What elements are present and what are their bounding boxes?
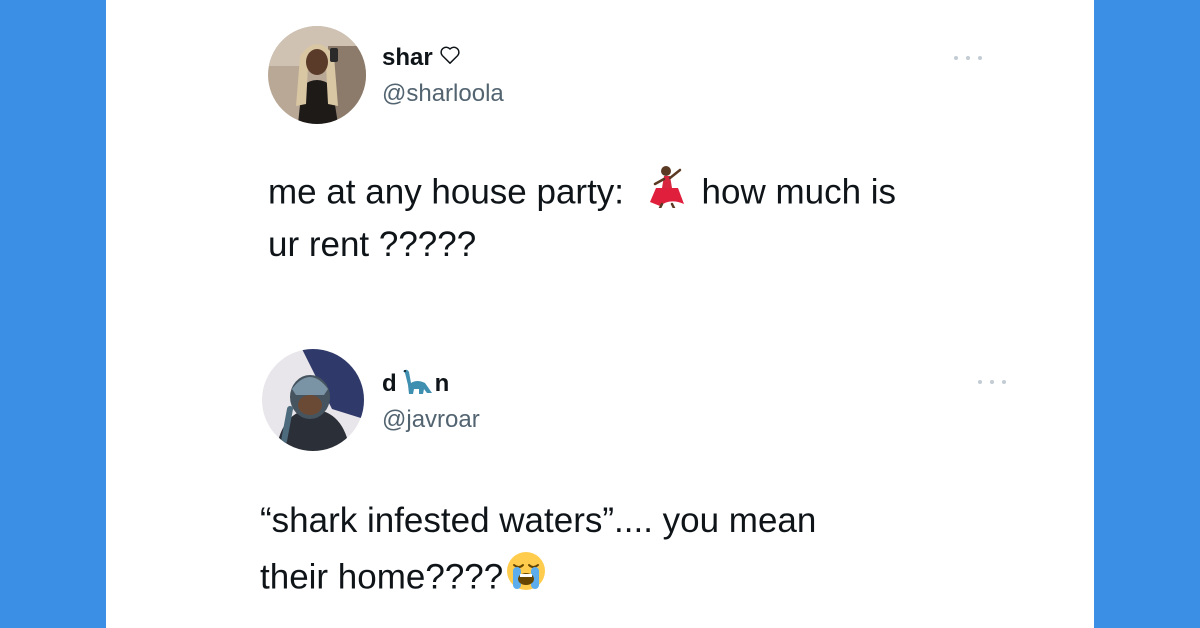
sauropod-emoji: [399, 367, 433, 402]
tweet-text: their home????: [260, 550, 547, 608]
tweet-text-segment: how much is: [701, 172, 897, 212]
tweet-text-segment: their home????: [260, 557, 504, 597]
heart-outline-icon: [439, 44, 461, 72]
tweet-screenshot-card: shar @sharloola me at any house party: h…: [106, 0, 1094, 628]
tweet-text-line: ur rent ?????: [268, 225, 477, 264]
tweet-text-line: “shark infested waters”.... you mean: [260, 501, 817, 540]
tweet: shar @sharloola me at any house party: h…: [106, 0, 1094, 300]
more-options-icon[interactable]: [978, 376, 1006, 388]
display-name[interactable]: shar: [382, 44, 461, 72]
user-handle[interactable]: @javroar: [382, 406, 480, 434]
avatar[interactable]: [262, 349, 364, 451]
display-name-text: shar: [382, 44, 433, 71]
user-handle[interactable]: @sharloola: [382, 80, 504, 108]
avatar[interactable]: [268, 26, 366, 124]
tweet: d n @javroar “shark infested waters”....…: [106, 300, 1094, 628]
display-name-text: d: [382, 370, 397, 397]
display-name-text: n: [434, 370, 450, 397]
more-options-icon[interactable]: [954, 52, 982, 64]
dancer-emoji: [642, 164, 686, 224]
loudly-crying-face-emoji: [505, 550, 547, 608]
display-name[interactable]: d n: [382, 369, 449, 399]
tweet-text-segment: me at any house party:: [268, 172, 625, 212]
tweet-text: me at any house party: how much is: [268, 164, 896, 224]
